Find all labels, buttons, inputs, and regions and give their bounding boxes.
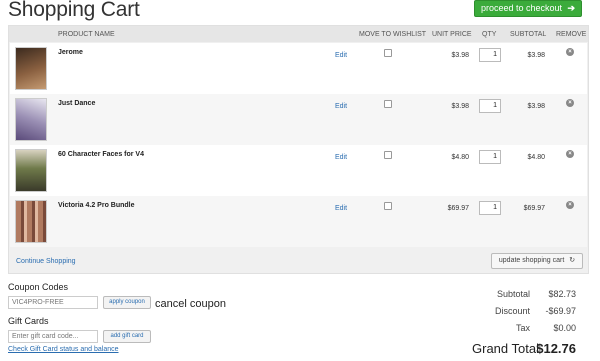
tax-label: Tax: [515, 323, 530, 333]
discount-value: -$69.97: [545, 306, 576, 316]
unit-price: $4.80: [451, 154, 469, 161]
product-thumbnail[interactable]: [15, 98, 47, 141]
product-thumbnail[interactable]: [15, 47, 47, 90]
row-subtotal: $3.98: [527, 103, 545, 110]
table-row: Jerome Edit $3.98 1 $3.98 ×: [10, 43, 587, 94]
page-title: Shopping Cart: [8, 0, 140, 21]
unit-price: $69.97: [447, 205, 469, 212]
discount-label: Discount: [494, 306, 530, 316]
remove-icon[interactable]: ×: [566, 201, 574, 209]
edit-link[interactable]: Edit: [335, 205, 347, 212]
qty-input[interactable]: 1: [479, 99, 501, 113]
product-name[interactable]: Jerome: [58, 49, 83, 56]
table-row: Victoria 4.2 Pro Bundle Edit $69.97 1 $6…: [10, 196, 587, 247]
row-subtotal: $3.98: [527, 52, 545, 59]
table-row: 60 Character Faces for V4 Edit $4.80 1 $…: [10, 145, 587, 196]
update-label: update shopping cart: [498, 257, 565, 264]
edit-link[interactable]: Edit: [335, 154, 347, 161]
wishlist-checkbox[interactable]: [384, 100, 392, 108]
wishlist-checkbox[interactable]: [384, 151, 392, 159]
unit-price: $3.98: [451, 103, 469, 110]
gift-card-input[interactable]: Enter gift card code...: [8, 330, 98, 343]
refresh-icon: ↻: [569, 257, 576, 264]
gift-cards-heading: Gift Cards: [8, 316, 49, 326]
row-subtotal: $4.80: [527, 154, 545, 161]
qty-input[interactable]: 1: [479, 150, 501, 164]
arrow-right-icon: ➔: [567, 3, 576, 13]
coupon-input[interactable]: VIC4PRO-FREE: [8, 296, 98, 309]
remove-icon[interactable]: ×: [566, 48, 574, 56]
coupon-heading: Coupon Codes: [8, 282, 69, 292]
unit-price: $3.98: [451, 52, 469, 59]
add-gift-card-button[interactable]: add gift card: [103, 330, 151, 343]
edit-link[interactable]: Edit: [335, 103, 347, 110]
continue-shopping-link[interactable]: Continue Shopping: [16, 258, 76, 265]
col-subtotal: SUBTOTAL: [510, 31, 547, 38]
col-remove: REMOVE: [556, 31, 587, 38]
table-header: PRODUCT NAME MOVE TO WISHLIST UNIT PRICE…: [9, 26, 588, 42]
cart-table: PRODUCT NAME MOVE TO WISHLIST UNIT PRICE…: [8, 25, 589, 274]
row-subtotal: $69.97: [523, 205, 545, 212]
table-row: Just Dance Edit $3.98 1 $3.98 ×: [10, 94, 587, 145]
product-thumbnail[interactable]: [15, 149, 47, 192]
qty-input[interactable]: 1: [479, 201, 501, 215]
grand-total-label: Grand Total: [472, 341, 539, 356]
remove-icon[interactable]: ×: [566, 99, 574, 107]
col-move-to-wishlist: MOVE TO WISHLIST: [359, 31, 427, 38]
qty-input[interactable]: 1: [479, 48, 501, 62]
subtotal-value: $82.73: [548, 289, 576, 299]
wishlist-checkbox[interactable]: [384, 202, 392, 210]
gift-card-status-link[interactable]: Check Gift Card status and balance: [8, 346, 119, 353]
edit-link[interactable]: Edit: [335, 52, 347, 59]
update-shopping-cart-button[interactable]: update shopping cart ↻: [491, 253, 583, 269]
product-name[interactable]: Just Dance: [58, 100, 95, 107]
subtotal-label: Subtotal: [496, 289, 530, 299]
product-thumbnail[interactable]: [15, 200, 47, 243]
wishlist-checkbox[interactable]: [384, 49, 392, 57]
col-unit-price: UNIT PRICE: [432, 31, 472, 38]
col-qty: QTY: [482, 31, 497, 38]
apply-coupon-button[interactable]: apply coupon: [103, 296, 151, 309]
grand-total-value: $12.76: [536, 341, 576, 356]
proceed-to-checkout-button[interactable]: proceed to checkout ➔: [474, 0, 582, 17]
checkout-label: proceed to checkout: [480, 3, 562, 13]
product-name[interactable]: 60 Character Faces for V4: [58, 151, 144, 158]
col-product-name: PRODUCT NAME: [58, 31, 115, 38]
product-name[interactable]: Victoria 4.2 Pro Bundle: [58, 202, 135, 209]
cancel-coupon-link[interactable]: cancel coupon: [155, 298, 226, 310]
remove-icon[interactable]: ×: [566, 150, 574, 158]
tax-value: $0.00: [553, 323, 576, 333]
